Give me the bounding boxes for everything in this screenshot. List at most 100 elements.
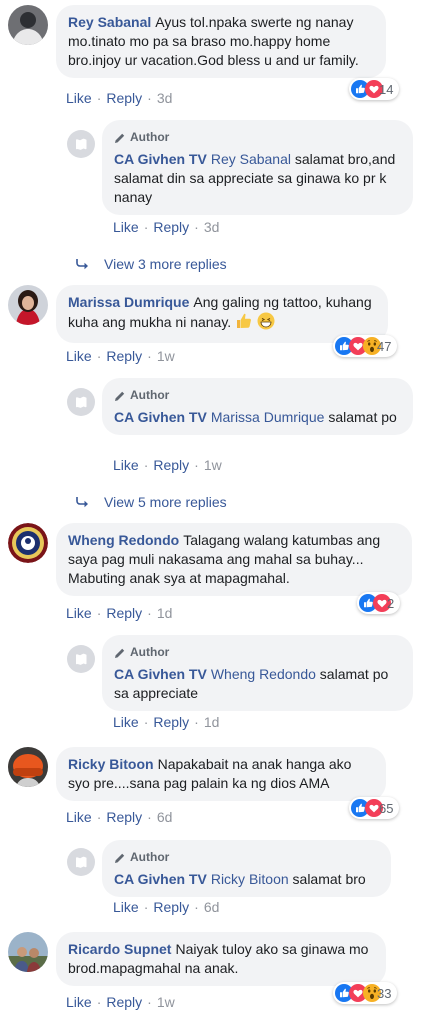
like-button[interactable]: Like (66, 809, 92, 825)
reply-actions: Like · Reply · 1d (113, 714, 219, 730)
mention[interactable]: Rey Sabanal (211, 151, 291, 167)
reactions-summary[interactable]: 65 (349, 797, 400, 819)
timestamp[interactable]: 6d (157, 809, 173, 825)
author-badge: Author (114, 128, 401, 147)
reaction-count: 14 (379, 81, 394, 97)
reactions-summary[interactable]: 47 (333, 335, 398, 357)
page-avatar[interactable] (67, 130, 95, 158)
reactions-summary[interactable]: 14 (349, 78, 400, 100)
avatar[interactable] (8, 523, 48, 563)
timestamp[interactable]: 6d (204, 899, 220, 915)
comment-author[interactable]: Ricky Bitoon (68, 756, 154, 772)
author-badge-label: Author (130, 850, 170, 864)
mention[interactable]: Marissa Dumrique (211, 409, 325, 425)
reply-button[interactable]: Reply (106, 348, 142, 364)
comment-bubble: Marissa Dumrique Ang galing ng tattoo, ku… (56, 285, 388, 343)
like-button[interactable]: Like (113, 457, 139, 473)
reply-text: salamat bro (292, 871, 366, 887)
separator: · (147, 348, 152, 364)
page-avatar[interactable] (67, 645, 95, 673)
page-avatar[interactable] (67, 848, 95, 876)
like-button[interactable]: Like (113, 899, 139, 915)
separator: · (194, 219, 199, 235)
reply-arrow-icon (76, 496, 90, 508)
reply-button[interactable]: Reply (153, 457, 189, 473)
separator: · (147, 90, 152, 106)
mention[interactable]: Ricky Bitoon (211, 871, 289, 887)
timestamp[interactable]: 3d (157, 90, 173, 106)
comment-actions: Like · Reply · 6d (66, 809, 172, 825)
like-button[interactable]: Like (66, 605, 92, 621)
comment-author[interactable]: Ricardo Supnet (68, 941, 171, 957)
separator: · (147, 605, 152, 621)
comment-actions: Like · Reply · 1d (66, 605, 172, 621)
like-button[interactable]: Like (113, 219, 139, 235)
comment-author[interactable]: Marissa Dumrique (68, 294, 189, 310)
separator: · (96, 994, 102, 1010)
reply-bubble: Author CA Givhen TV Rey Sabanal salamat b… (102, 120, 413, 215)
view-more-replies-label[interactable]: View 3 more replies (104, 256, 227, 272)
profile-photo-icon (8, 932, 48, 972)
reply-author[interactable]: CA Givhen TV (114, 666, 207, 682)
reply-button[interactable]: Reply (106, 994, 142, 1010)
comment-actions: Like · Reply · 1w (66, 994, 175, 1010)
pencil-icon (114, 132, 126, 144)
comment-bubble: Ricky Bitoon Napakabait na anak hanga ako… (56, 747, 386, 801)
timestamp[interactable]: 1d (157, 605, 173, 621)
author-badge: Author (114, 386, 401, 405)
reaction-count: 33 (377, 985, 392, 1001)
comment-author[interactable]: Rey Sabanal (68, 14, 151, 30)
thumbs-up-emoji (235, 312, 253, 335)
comment-author[interactable]: Wheng Redondo (68, 532, 179, 548)
reply-arrow-icon (76, 258, 90, 270)
timestamp[interactable]: 1d (204, 714, 220, 730)
timestamp[interactable]: 1w (157, 994, 175, 1010)
timestamp[interactable]: 1w (157, 348, 175, 364)
like-button[interactable]: Like (66, 348, 92, 364)
view-more-replies-label[interactable]: View 5 more replies (104, 494, 227, 510)
timestamp[interactable]: 3d (204, 219, 220, 235)
reactions-summary[interactable]: 2 (357, 592, 401, 614)
avatar[interactable] (8, 747, 48, 787)
like-button[interactable]: Like (66, 90, 92, 106)
page-avatar[interactable] (67, 388, 95, 416)
reply-author[interactable]: CA Givhen TV (114, 151, 207, 167)
reactions-summary[interactable]: 33 (333, 982, 398, 1004)
comment-bubble: Rey Sabanal Ayus tol.npaka swerte ng nana… (56, 5, 386, 78)
page-icon (67, 645, 95, 673)
reply-button[interactable]: Reply (106, 809, 142, 825)
view-more-replies[interactable]: View 3 more replies (76, 256, 227, 272)
reply-button[interactable]: Reply (153, 714, 189, 730)
reaction-count: 47 (377, 338, 392, 354)
page-icon (67, 130, 95, 158)
reaction-count: 2 (387, 595, 395, 611)
view-more-replies[interactable]: View 5 more replies (76, 494, 227, 510)
profile-photo-icon (8, 747, 48, 787)
author-badge-label: Author (130, 388, 170, 402)
reply-button[interactable]: Reply (106, 90, 142, 106)
reply-actions: Like · Reply · 3d (113, 219, 219, 235)
like-button[interactable]: Like (66, 994, 92, 1010)
pencil-icon (114, 852, 126, 864)
avatar[interactable] (8, 5, 48, 45)
profile-photo-icon (8, 523, 48, 563)
author-badge-label: Author (130, 130, 170, 144)
reply-actions: Like · Reply · 6d (113, 899, 219, 915)
author-badge-label: Author (130, 645, 170, 659)
avatar[interactable] (8, 932, 48, 972)
comment-actions: Like · Reply · 1w (66, 348, 175, 364)
separator: · (194, 457, 199, 473)
pencil-icon (114, 390, 126, 402)
reply-button[interactable]: Reply (153, 219, 189, 235)
like-button[interactable]: Like (113, 714, 139, 730)
reply-button[interactable]: Reply (106, 605, 142, 621)
avatar[interactable] (8, 285, 48, 325)
reply-author[interactable]: CA Givhen TV (114, 871, 207, 887)
separator: · (147, 809, 152, 825)
reply-button[interactable]: Reply (153, 899, 189, 915)
mention[interactable]: Wheng Redondo (211, 666, 316, 682)
reply-text: salamat po (328, 409, 397, 425)
timestamp[interactable]: 1w (204, 457, 222, 473)
reply-author[interactable]: CA Givhen TV (114, 409, 207, 425)
author-badge: Author (114, 643, 401, 662)
